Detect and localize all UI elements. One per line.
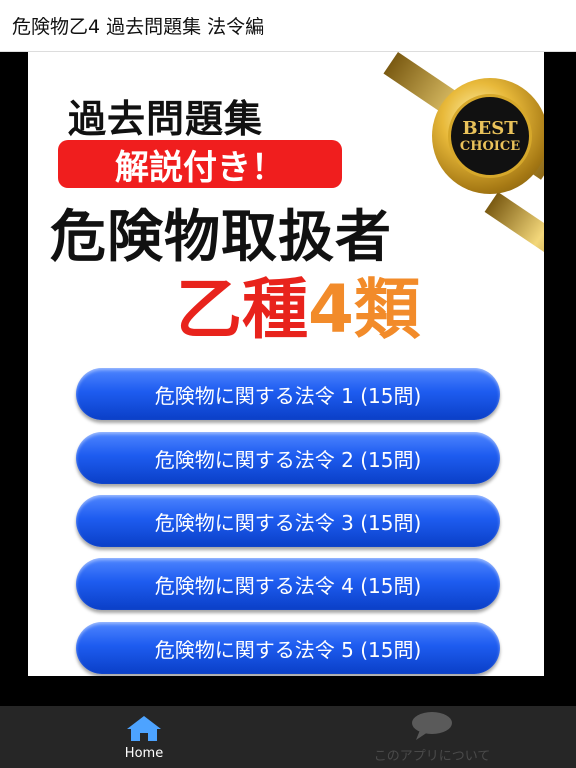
app-title: 危険物乙4 過去問題集 法令編 xyxy=(12,16,265,38)
kind-red-text: 乙種 xyxy=(176,271,309,348)
seal-line-2: CHOICE xyxy=(459,138,521,154)
app-bar: 危険物乙4 過去問題集 法令編 xyxy=(0,0,576,52)
law-quiz-button-2[interactable]: 危険物に関する法令 2 (15問) xyxy=(76,432,500,484)
banner-kind: 乙種4類 xyxy=(88,256,508,352)
kind-orange-text: 4類 xyxy=(308,271,420,348)
speech-bubble-icon xyxy=(412,711,452,740)
home-icon xyxy=(127,715,161,741)
nav-about-label: このアプリについて xyxy=(373,748,491,764)
bottom-navigation: Home このアプリについて xyxy=(0,706,576,768)
law-quiz-button-1[interactable]: 危険物に関する法令 1 (15問) xyxy=(76,368,500,420)
best-choice-seal: BEST CHOICE xyxy=(432,78,544,194)
law-quiz-button-4[interactable]: 危険物に関する法令 4 (15問) xyxy=(76,558,500,610)
explanation-badge: 解説付き！ xyxy=(58,140,342,188)
seal-line-1: BEST xyxy=(462,117,518,139)
banner-card: BEST CHOICE 過去問題集 解説付き！ 危険物取扱者 乙種4類 危険物に… xyxy=(28,52,544,676)
nav-home[interactable]: Home xyxy=(0,706,288,768)
nav-about-app[interactable]: このアプリについて xyxy=(288,706,576,768)
banner-subtitle: 過去問題集 xyxy=(68,97,264,141)
law-quiz-button-3[interactable]: 危険物に関する法令 3 (15問) xyxy=(76,495,500,547)
badge-label: 解説付き！ xyxy=(115,147,285,188)
law-quiz-button-5[interactable]: 危険物に関する法令 5 (15問) xyxy=(76,622,500,674)
nav-home-label: Home xyxy=(124,745,164,761)
